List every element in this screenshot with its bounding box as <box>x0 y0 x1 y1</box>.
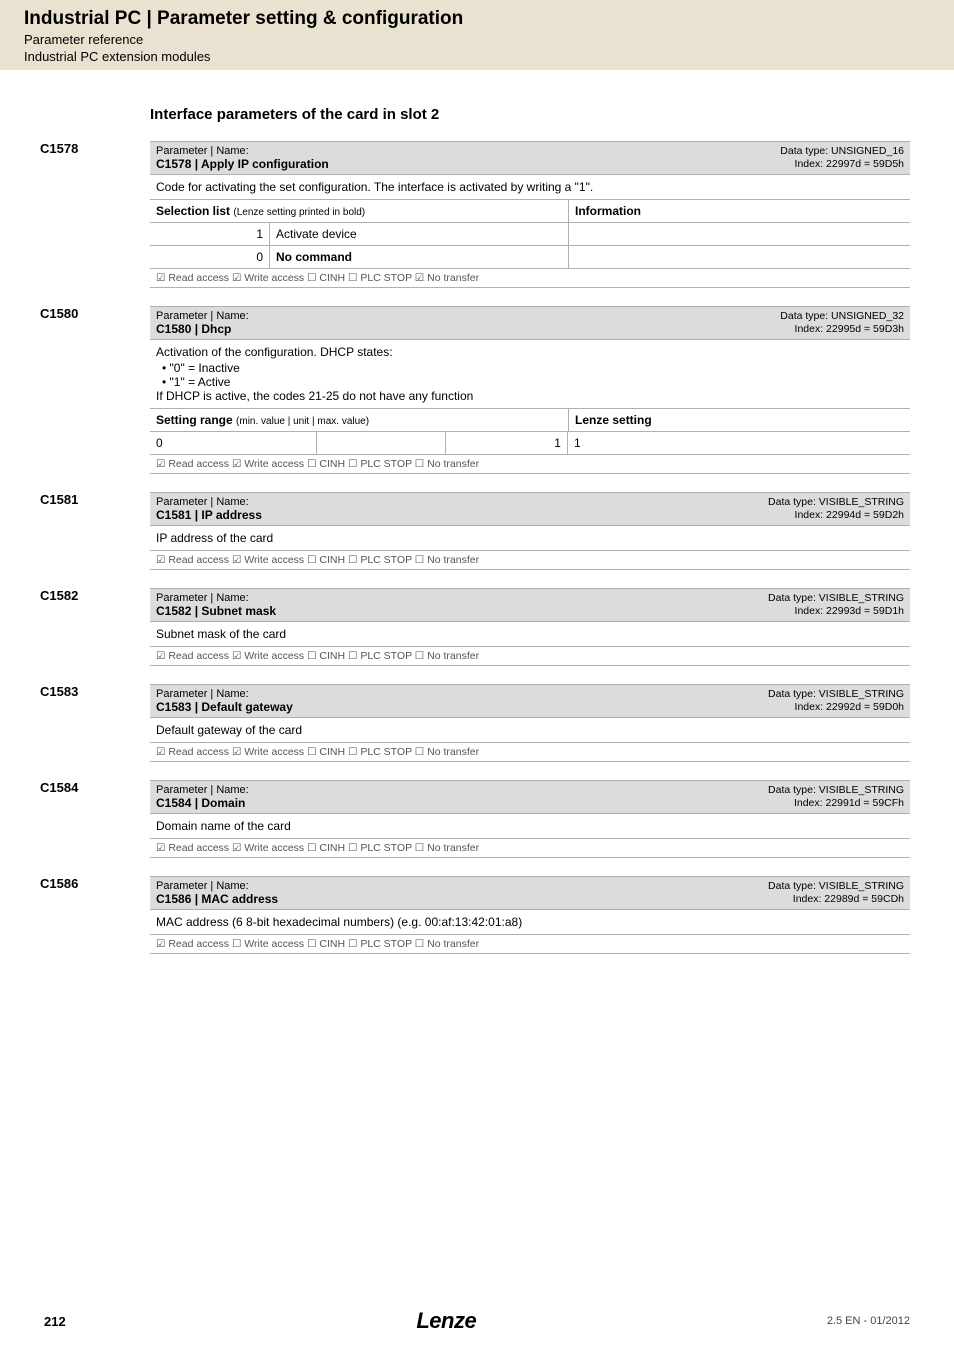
sel-header-left-small: (Lenze setting printed in bold) <box>233 207 365 218</box>
param-description: MAC address (6 8-bit hexadecimal numbers… <box>150 910 910 935</box>
header-bar: Industrial PC | Parameter setting & conf… <box>0 0 954 70</box>
access-row: ☑ Read access ☑ Write access ☐ CINH ☐ PL… <box>150 647 910 666</box>
param-name-label: Parameter | Name: <box>156 496 262 508</box>
param-title: C1581 | IP address <box>156 508 262 522</box>
param-title: C1583 | Default gateway <box>156 700 293 714</box>
access-row: ☑ Read access ☑ Write access ☐ CINH ☐ PL… <box>150 551 910 570</box>
selection-row: 1 Activate device <box>150 223 910 246</box>
row-label: No command <box>270 246 568 268</box>
param-description: Activation of the configuration. DHCP st… <box>150 340 910 409</box>
code-label: C1582 <box>40 588 78 603</box>
sel-header-left: Selection list <box>156 204 230 218</box>
access-row: ☑ Read access ☑ Write access ☐ CINH ☐ PL… <box>150 839 910 858</box>
param-header: Parameter | Name: C1584 | Domain Data ty… <box>150 780 910 814</box>
param-c1581: C1581 Parameter | Name: C1581 | IP addre… <box>150 492 910 570</box>
code-label: C1581 <box>40 492 78 507</box>
index-value: Index: 22994d = 59D2h <box>768 509 904 522</box>
param-title: C1584 | Domain <box>156 796 249 810</box>
param-c1578: C1578 Parameter | Name: C1578 | Apply IP… <box>150 141 910 288</box>
param-title: C1586 | MAC address <box>156 892 278 906</box>
data-type: Data type: VISIBLE_STRING <box>768 496 904 509</box>
desc-line: Activation of the configuration. DHCP st… <box>156 345 393 359</box>
param-name-label: Parameter | Name: <box>156 784 249 796</box>
data-type: Data type: UNSIGNED_32 <box>780 310 904 323</box>
index-value: Index: 22997d = 59D5h <box>780 158 904 171</box>
page-number: 212 <box>44 1314 66 1329</box>
param-description: Code for activating the set configuratio… <box>150 175 910 200</box>
access-row: ☑ Read access ☑ Write access ☐ CINH ☐ PL… <box>150 455 910 474</box>
access-row: ☑ Read access ☑ Write access ☐ CINH ☐ PL… <box>150 743 910 762</box>
data-type: Data type: VISIBLE_STRING <box>768 784 904 797</box>
row-num: 0 <box>150 246 270 268</box>
desc-bullet: "0" = Inactive <box>162 361 904 375</box>
row-info <box>568 223 910 245</box>
row-num: 1 <box>150 223 270 245</box>
desc-after: If DHCP is active, the codes 21-25 do no… <box>156 389 473 403</box>
param-description: IP address of the card <box>150 526 910 551</box>
param-header: Parameter | Name: C1583 | Default gatewa… <box>150 684 910 718</box>
sub-breadcrumb-2: Industrial PC extension modules <box>24 49 930 64</box>
param-description: Subnet mask of the card <box>150 622 910 647</box>
param-header: Parameter | Name: C1582 | Subnet mask Da… <box>150 588 910 622</box>
index-value: Index: 22995d = 59D3h <box>780 323 904 336</box>
content-area: Interface parameters of the card in slot… <box>0 70 954 996</box>
param-c1584: C1584 Parameter | Name: C1584 | Domain D… <box>150 780 910 858</box>
param-title: C1582 | Subnet mask <box>156 604 276 618</box>
param-title: C1578 | Apply IP configuration <box>156 157 329 171</box>
lenze-logo: Lenze <box>416 1308 476 1333</box>
code-label: C1583 <box>40 684 78 699</box>
setting-min: 0 <box>150 432 317 454</box>
param-header: Parameter | Name: C1586 | MAC address Da… <box>150 876 910 910</box>
setting-lenze: 1 <box>568 432 910 454</box>
sel-header-right: Information <box>568 200 910 222</box>
param-header: Parameter | Name: C1578 | Apply IP confi… <box>150 141 910 175</box>
param-c1583: C1583 Parameter | Name: C1583 | Default … <box>150 684 910 762</box>
footer-version: 2.5 EN - 01/2012 <box>827 1315 910 1327</box>
access-row: ☑ Read access ☐ Write access ☐ CINH ☐ PL… <box>150 935 910 954</box>
setting-row: 0 1 1 <box>150 432 910 455</box>
footer-logo: Lenze <box>66 1308 827 1334</box>
sub-breadcrumb-1: Parameter reference <box>24 32 930 47</box>
setting-header-left: Setting range <box>156 413 233 427</box>
setting-max: 1 <box>446 432 568 454</box>
param-name-label: Parameter | Name: <box>156 688 293 700</box>
setting-header-right: Lenze setting <box>568 409 910 431</box>
setting-header: Setting range (min. value | unit | max. … <box>150 409 910 432</box>
index-value: Index: 22989d = 59CDh <box>768 893 904 906</box>
param-description: Domain name of the card <box>150 814 910 839</box>
setting-header-left-small: (min. value | unit | max. value) <box>236 416 369 427</box>
section-title: Interface parameters of the card in slot… <box>150 106 910 123</box>
data-type: Data type: UNSIGNED_16 <box>780 145 904 158</box>
setting-unit <box>317 432 446 454</box>
code-label: C1580 <box>40 306 78 321</box>
param-header: Parameter | Name: C1581 | IP address Dat… <box>150 492 910 526</box>
param-name-label: Parameter | Name: <box>156 880 278 892</box>
param-description: Default gateway of the card <box>150 718 910 743</box>
param-title: C1580 | Dhcp <box>156 322 249 336</box>
code-label: C1584 <box>40 780 78 795</box>
desc-bullet: "1" = Active <box>162 375 904 389</box>
selection-row: 0 No command <box>150 246 910 269</box>
param-header: Parameter | Name: C1580 | Dhcp Data type… <box>150 306 910 340</box>
index-value: Index: 22991d = 59CFh <box>768 797 904 810</box>
param-c1586: C1586 Parameter | Name: C1586 | MAC addr… <box>150 876 910 954</box>
param-name-label: Parameter | Name: <box>156 592 276 604</box>
index-value: Index: 22993d = 59D1h <box>768 605 904 618</box>
code-label: C1578 <box>40 141 78 156</box>
param-name-label: Parameter | Name: <box>156 310 249 322</box>
row-label: Activate device <box>270 223 568 245</box>
selection-header: Selection list (Lenze setting printed in… <box>150 200 910 223</box>
index-value: Index: 22992d = 59D0h <box>768 701 904 714</box>
data-type: Data type: VISIBLE_STRING <box>768 880 904 893</box>
access-row: ☑ Read access ☑ Write access ☐ CINH ☐ PL… <box>150 269 910 288</box>
data-type: Data type: VISIBLE_STRING <box>768 688 904 701</box>
code-label: C1586 <box>40 876 78 891</box>
breadcrumb: Industrial PC | Parameter setting & conf… <box>24 8 930 30</box>
param-name-label: Parameter | Name: <box>156 145 329 157</box>
page-footer: 212 Lenze 2.5 EN - 01/2012 <box>0 1308 954 1334</box>
param-c1580: C1580 Parameter | Name: C1580 | Dhcp Dat… <box>150 306 910 474</box>
data-type: Data type: VISIBLE_STRING <box>768 592 904 605</box>
param-c1582: C1582 Parameter | Name: C1582 | Subnet m… <box>150 588 910 666</box>
row-info <box>568 246 910 268</box>
